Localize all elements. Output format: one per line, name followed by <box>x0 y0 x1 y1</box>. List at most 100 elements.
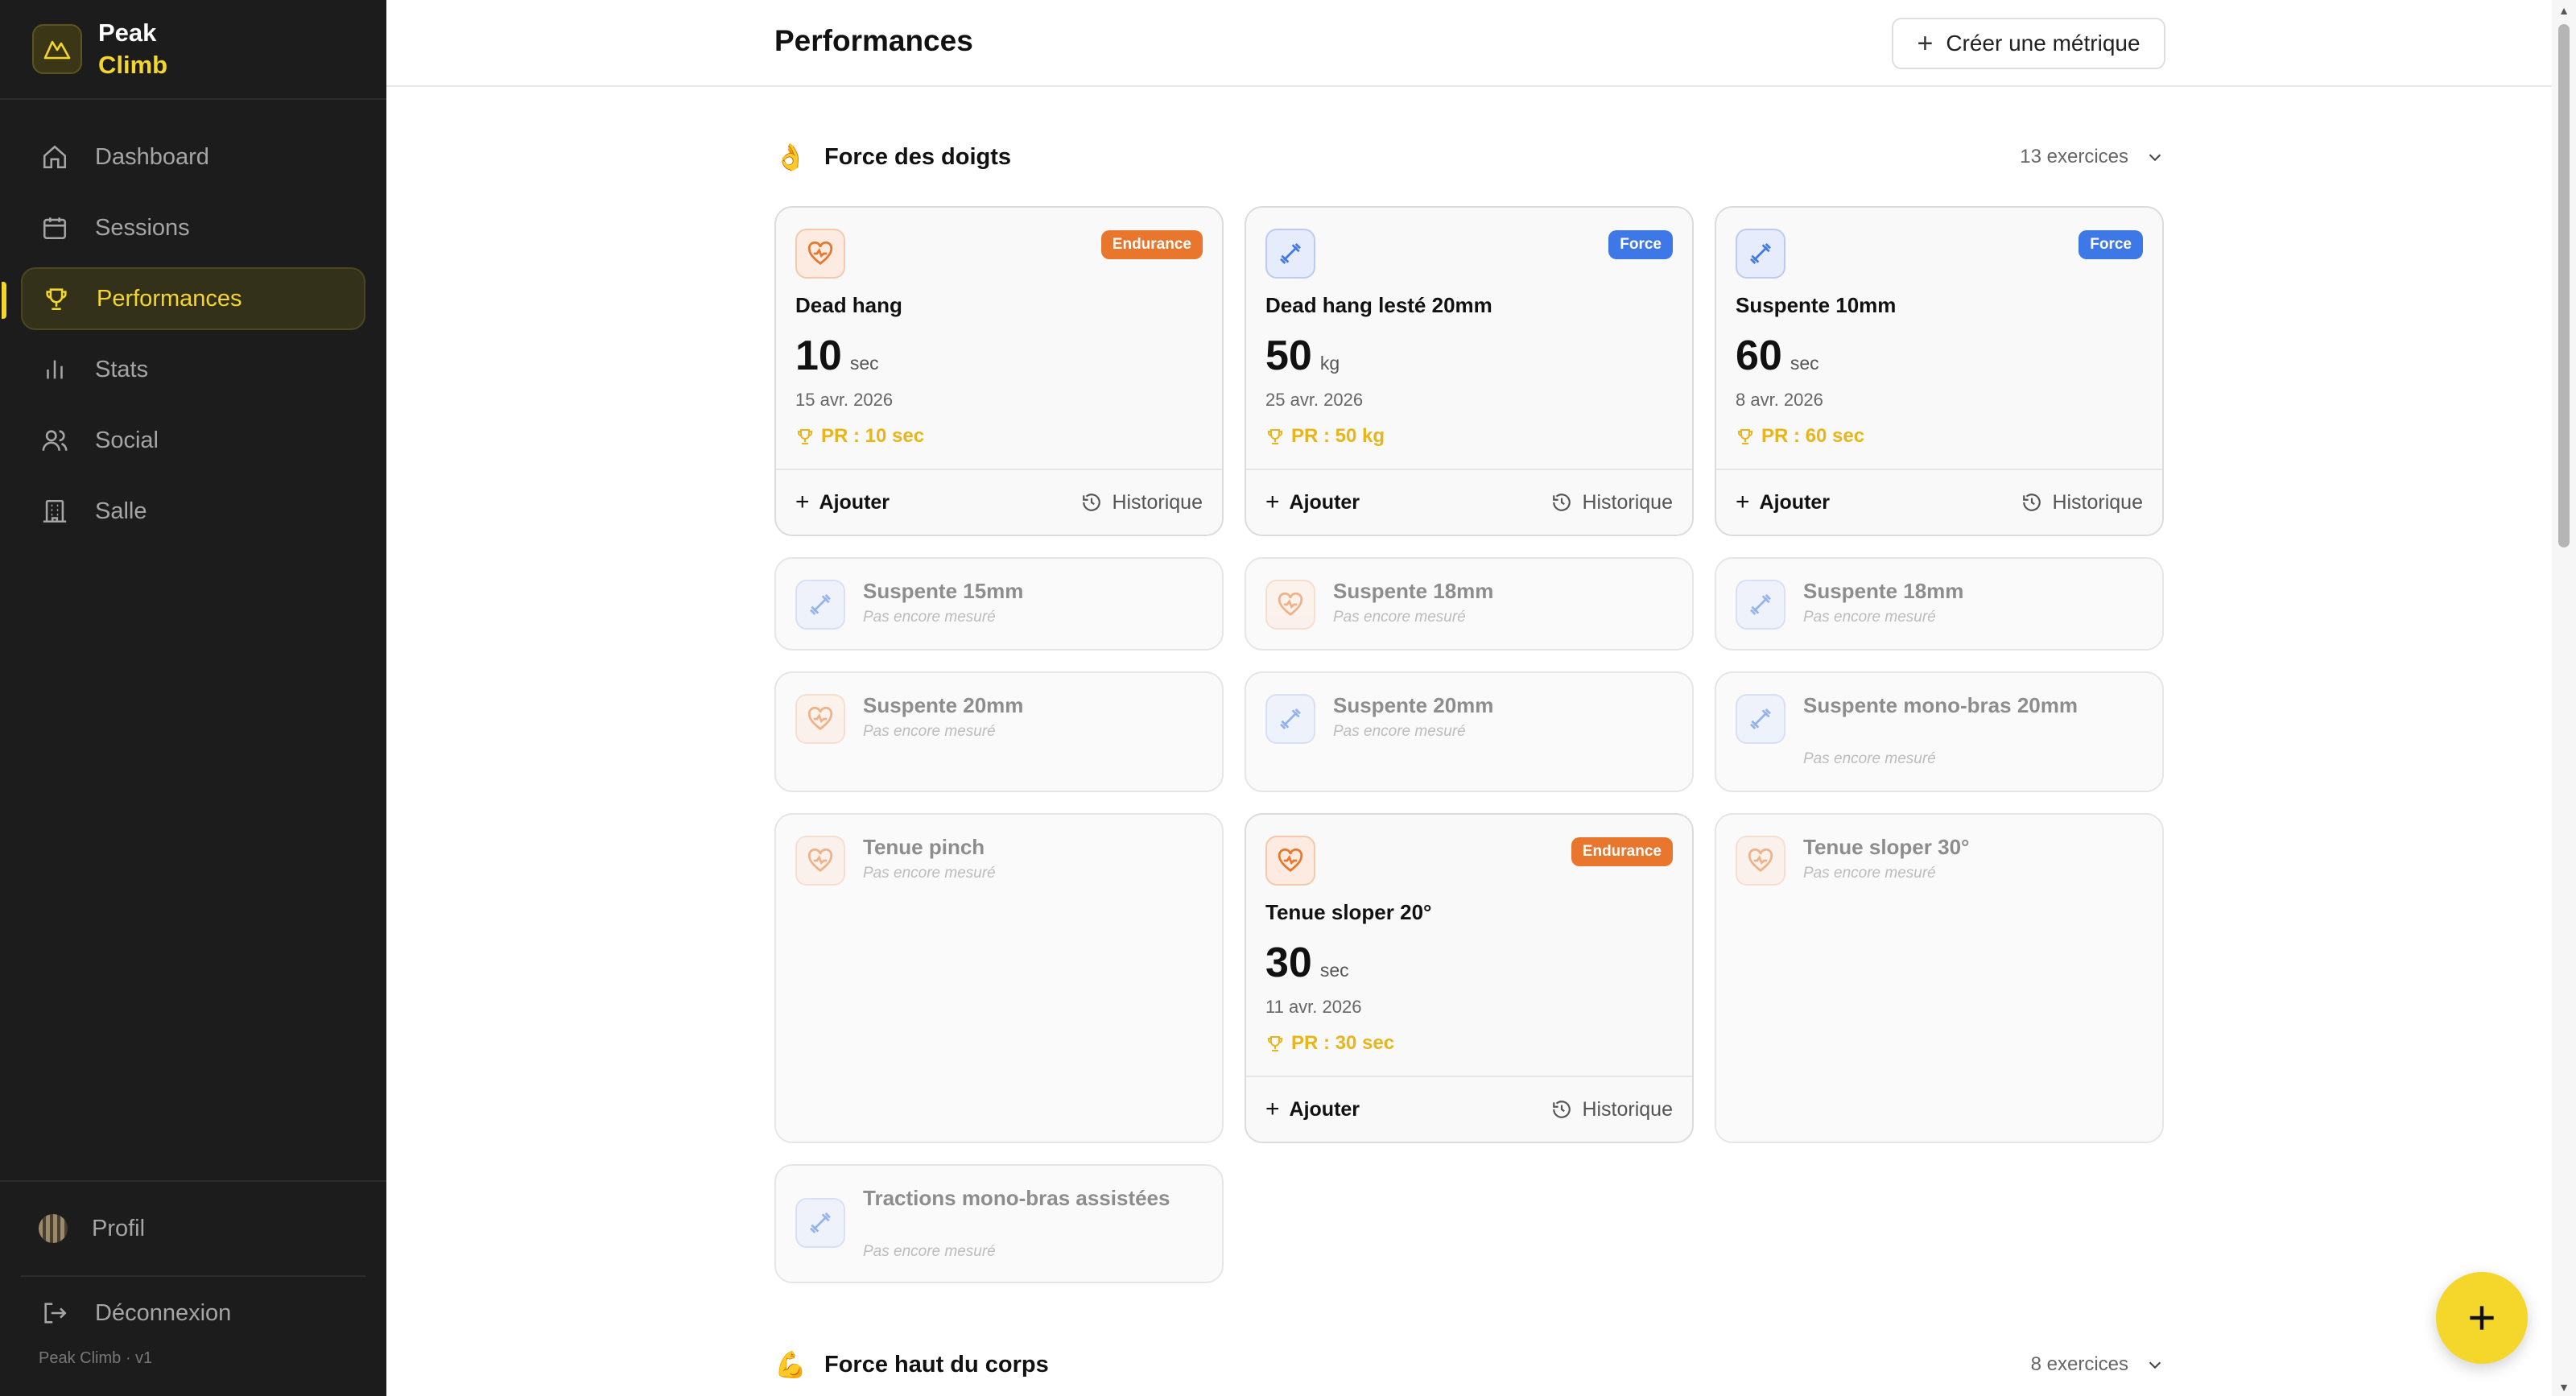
dumbbell-icon <box>1265 694 1315 744</box>
plus-icon: + <box>1265 489 1280 515</box>
add-fab-button[interactable] <box>2436 1272 2528 1364</box>
card-name: Dead hang <box>795 293 902 317</box>
history-button[interactable]: Historique <box>1551 491 1673 514</box>
section-count: 13 exercices <box>2020 146 2164 168</box>
sidebar-item-stats[interactable]: Stats <box>21 338 365 401</box>
sidebar-item-label: Salle <box>95 498 147 524</box>
history-label: Historique <box>2052 490 2143 514</box>
metric-card-hang-20mm-force[interactable]: Suspente 20mm Pas encore mesuré <box>1245 671 1694 792</box>
trophy-icon <box>1268 1036 1282 1051</box>
logout-label: Déconnexion <box>95 1299 232 1326</box>
plus-icon: + <box>1736 489 1750 515</box>
card-status: Pas encore mesuré <box>1803 609 1936 626</box>
dumbbell-icon <box>1736 229 1785 279</box>
history-icon <box>1083 494 1101 511</box>
card-value: 60 sec <box>1736 332 1819 380</box>
section-title: Force des doigts <box>824 143 1012 170</box>
ok-hand-icon: 👌 <box>774 142 807 171</box>
card-status: Pas encore mesuré <box>1333 609 1466 626</box>
metric-card-pinch-hold[interactable]: Tenue pinch Pas encore mesuré <box>774 813 1224 1143</box>
value-unit: kg <box>1319 353 1340 374</box>
pr-text: PR : 10 sec <box>821 425 925 447</box>
card-name: Suspente 18mm <box>1803 579 1964 603</box>
trophy-icon <box>40 283 72 315</box>
active-indicator <box>2 282 6 319</box>
metric-card-dead-hang[interactable]: Endurance Dead hang 10 sec 15 avr. 2026 … <box>774 206 1224 536</box>
value-number: 50 <box>1265 332 1312 379</box>
metric-card-sloper-20[interactable]: Endurance Tenue sloper 20° 30 sec 11 avr… <box>1245 813 1694 1143</box>
sidebar-item-profile[interactable]: Profil <box>21 1182 365 1277</box>
card-name: Suspente 20mm <box>863 693 1024 717</box>
personal-record: PR : 10 sec <box>795 425 924 448</box>
dumbbell-icon <box>795 1198 845 1248</box>
metric-card-one-arm-hang-20mm[interactable]: Suspente mono-bras 20mm Pas encore mesur… <box>1715 671 2164 792</box>
profile-label: Profil <box>92 1215 146 1241</box>
history-button[interactable]: Historique <box>2021 491 2143 514</box>
metric-card-hang-15mm[interactable]: Suspente 15mm Pas encore mesuré <box>774 557 1224 651</box>
sidebar-nav: Dashboard Sessions Performances Stats So… <box>0 126 386 551</box>
add-button[interactable]: + Ajouter <box>795 489 890 516</box>
app-version: Peak Climb · v1 <box>39 1349 153 1367</box>
value-number: 10 <box>795 332 842 379</box>
scroll-thumb[interactable] <box>2558 24 2570 547</box>
plus-icon: + <box>795 489 810 515</box>
card-footer: + Ajouter Historique <box>1246 1076 1692 1142</box>
metric-card-sloper-30[interactable]: Tenue sloper 30° Pas encore mesuré <box>1715 813 2164 1143</box>
card-value: 30 sec <box>1265 939 1349 987</box>
card-footer: + Ajouter Historique <box>1716 469 2162 535</box>
card-name: Suspente 15mm <box>863 579 1024 603</box>
chevron-down-icon[interactable] <box>2146 1356 2164 1373</box>
metric-card-hang-10mm[interactable]: Force Suspente 10mm 60 sec 8 avr. 2026 P… <box>1715 206 2164 536</box>
brand[interactable]: Peak Climb <box>0 0 386 100</box>
heart-pulse-icon <box>1265 836 1315 886</box>
create-metric-button[interactable]: + Créer une métrique <box>1892 18 2165 69</box>
card-name: Tenue pinch <box>863 835 985 859</box>
sidebar-item-performances[interactable]: Performances <box>2 267 365 330</box>
sidebar-item-dashboard[interactable]: Dashboard <box>21 126 365 188</box>
card-value: 10 sec <box>795 332 879 380</box>
card-footer: + Ajouter Historique <box>1246 469 1692 535</box>
add-label: Ajouter <box>819 490 890 514</box>
sidebar-item-salle[interactable]: Salle <box>21 480 365 543</box>
value-unit: sec <box>1790 353 1819 374</box>
type-badge: Force <box>1608 230 1673 259</box>
history-button[interactable]: Historique <box>1081 491 1203 514</box>
card-name: Tenue sloper 20° <box>1265 900 1432 924</box>
history-button[interactable]: Historique <box>1551 1098 1673 1121</box>
mountain-logo-icon <box>32 24 82 74</box>
logout-button[interactable]: Déconnexion <box>0 1277 386 1349</box>
type-badge: Endurance <box>1100 230 1203 259</box>
value-unit: sec <box>849 353 879 374</box>
metric-card-weighted-dead-hang[interactable]: Force Dead hang lesté 20mm 50 kg 25 avr.… <box>1245 206 1694 536</box>
pr-text: PR : 50 kg <box>1291 425 1385 447</box>
add-button[interactable]: + Ajouter <box>1265 489 1360 516</box>
metric-card-hang-18mm-force[interactable]: Suspente 18mm Pas encore mesuré <box>1715 557 2164 651</box>
section-header-upper-body[interactable]: 💪 Force haut du corps 8 exercices <box>774 1336 2164 1393</box>
metric-card-hang-20mm-endurance[interactable]: Suspente 20mm Pas encore mesuré <box>774 671 1224 792</box>
card-status: Pas encore mesuré <box>1803 750 1936 767</box>
metric-card-hang-18mm-endurance[interactable]: Suspente 18mm Pas encore mesuré <box>1245 557 1694 651</box>
brand-name-line1: Peak <box>98 19 157 47</box>
dumbbell-icon <box>1736 694 1785 744</box>
sidebar-item-social[interactable]: Social <box>21 409 365 472</box>
chevron-down-icon[interactable] <box>2146 148 2164 166</box>
add-button[interactable]: + Ajouter <box>1265 1096 1360 1123</box>
card-status: Pas encore mesuré <box>863 609 996 626</box>
heart-pulse-icon <box>795 694 845 744</box>
section-header-finger-strength[interactable]: 👌 Force des doigts 13 exercices <box>774 129 2164 185</box>
history-label: Historique <box>1582 1097 1673 1121</box>
value-number: 30 <box>1265 940 1312 986</box>
scroll-down-arrow-icon[interactable]: ▼ <box>2558 1382 2570 1393</box>
scroll-up-arrow-icon[interactable]: ▲ <box>2558 5 2570 16</box>
add-label: Ajouter <box>1759 490 1831 514</box>
card-name: Suspente 20mm <box>1333 693 1494 717</box>
card-status: Pas encore mesuré <box>863 1243 996 1260</box>
sidebar-item-sessions[interactable]: Sessions <box>21 196 365 259</box>
exercise-count: 13 exercices <box>2020 146 2128 167</box>
metric-card-assisted-one-arm-pullups[interactable]: Tractions mono-bras assistées Pas encore… <box>774 1164 1224 1283</box>
sidebar-item-label: Dashboard <box>95 143 209 170</box>
scrollbar[interactable]: ▲ ▼ <box>2552 0 2576 1396</box>
add-button[interactable]: + Ajouter <box>1736 489 1830 516</box>
card-date: 15 avr. 2026 <box>795 390 894 410</box>
trophy-icon <box>1738 429 1752 444</box>
